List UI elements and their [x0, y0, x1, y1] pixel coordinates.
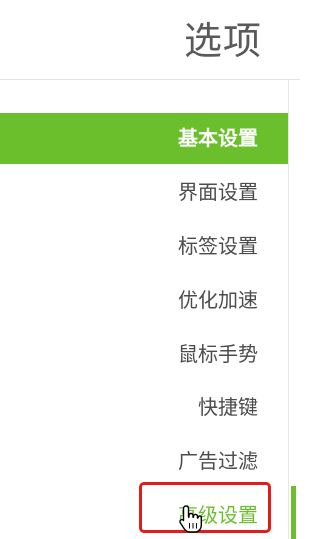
sidebar-item-advanced-settings[interactable]: 高级设置: [0, 490, 288, 539]
page-title: 选项: [183, 19, 262, 63]
header: 选项: [0, 0, 300, 80]
sidebar-border: [288, 80, 289, 539]
sidebar-item-interface-settings[interactable]: 界面设置: [0, 167, 288, 218]
sidebar-item-tab-settings[interactable]: 标签设置: [0, 221, 288, 272]
sidebar-item-shortcut-keys[interactable]: 快捷键: [0, 382, 288, 433]
sidebar-item-mouse-gestures[interactable]: 鼠标手势: [0, 329, 288, 380]
sidebar-item-optimization-acceleration[interactable]: 优化加速: [0, 275, 288, 326]
sidebar-item-basic-settings[interactable]: 基本设置: [0, 113, 288, 164]
sidebar-item-ad-filter[interactable]: 广告过滤: [0, 436, 288, 487]
scroll-accent-bar: [291, 486, 296, 539]
